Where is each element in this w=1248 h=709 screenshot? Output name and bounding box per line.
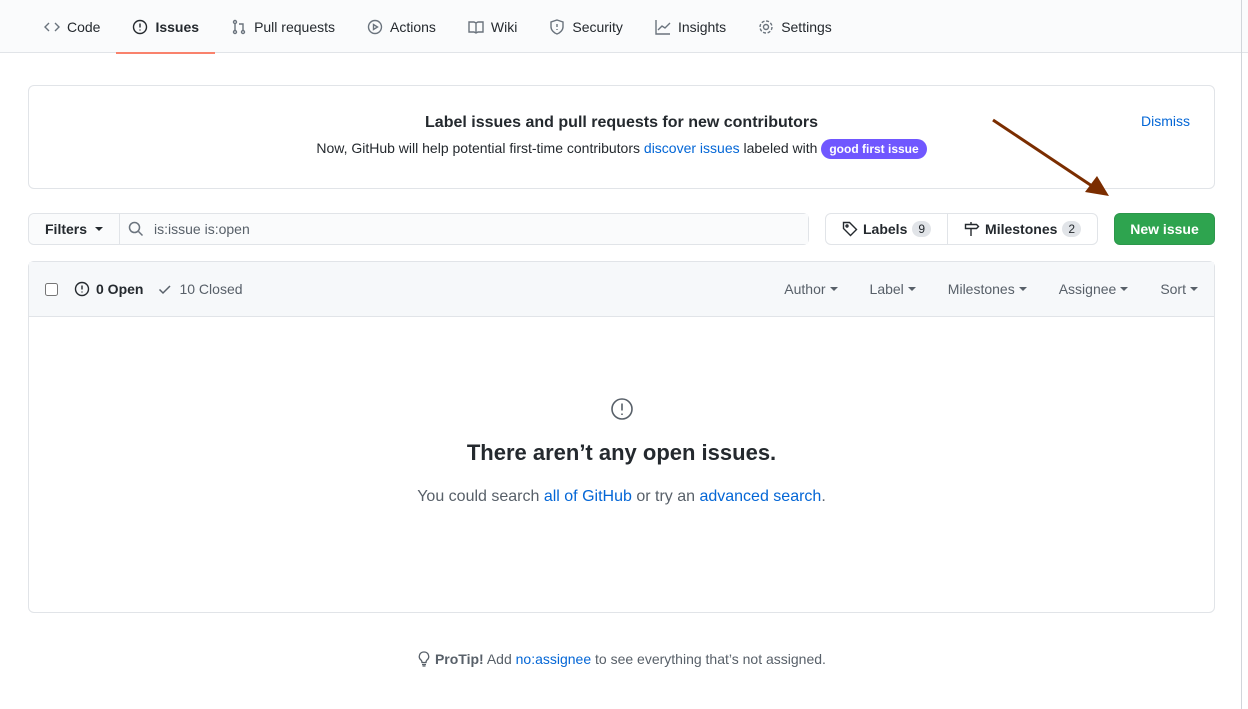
advanced-search-link[interactable]: advanced search bbox=[699, 488, 821, 505]
issue-icon bbox=[133, 19, 148, 34]
labels-label: Labels bbox=[863, 221, 908, 237]
tab-label: Code bbox=[67, 18, 101, 35]
new-issue-button[interactable]: New issue bbox=[1114, 213, 1215, 245]
code-icon bbox=[44, 22, 60, 31]
check-icon bbox=[159, 285, 171, 295]
dropdown-label: Milestones bbox=[947, 281, 1015, 297]
pull-request-icon bbox=[232, 19, 246, 34]
tab-label: Actions bbox=[390, 18, 436, 35]
labels-button[interactable]: Labels 9 bbox=[826, 214, 947, 244]
tab-label: Settings bbox=[781, 18, 832, 35]
caret-down-icon bbox=[1018, 287, 1027, 291]
milestones-dropdown[interactable]: Milestones bbox=[948, 281, 1027, 297]
window-border bbox=[1241, 0, 1242, 709]
dropdown-label: Assignee bbox=[1058, 281, 1117, 297]
empty-text: or try an bbox=[631, 488, 700, 505]
tab-code[interactable]: Code bbox=[28, 0, 116, 53]
search-input[interactable] bbox=[152, 220, 808, 238]
play-icon bbox=[367, 19, 383, 34]
tab-insights[interactable]: Insights bbox=[639, 0, 742, 53]
search-icon bbox=[128, 221, 144, 237]
open-issues-filter[interactable]: 0 Open bbox=[74, 281, 143, 297]
issue-filter-bar: Filters bbox=[28, 213, 809, 245]
empty-text: . bbox=[821, 488, 826, 505]
all-github-link[interactable]: all of GitHub bbox=[544, 488, 632, 505]
tab-label: Issues bbox=[155, 18, 200, 35]
author-dropdown[interactable]: Author bbox=[784, 281, 838, 297]
tab-label: Insights bbox=[677, 18, 727, 35]
graph-icon bbox=[655, 19, 671, 35]
discover-issues-link[interactable]: discover issues bbox=[644, 140, 740, 156]
caret-down-icon bbox=[829, 287, 838, 291]
empty-text: You could search bbox=[417, 488, 544, 505]
issue-icon bbox=[610, 398, 633, 420]
filters-dropdown[interactable]: Filters bbox=[29, 214, 121, 244]
tab-wiki[interactable]: Wiki bbox=[452, 0, 533, 53]
empty-state: There aren’t any open issues. You could … bbox=[29, 317, 1214, 506]
tab-actions[interactable]: Actions bbox=[351, 0, 452, 53]
tab-pull-requests[interactable]: Pull requests bbox=[215, 0, 351, 53]
tab-label: Pull requests bbox=[254, 18, 335, 35]
protip-text: Add bbox=[483, 651, 516, 667]
milestones-label: Milestones bbox=[985, 221, 1058, 237]
caret-down-icon bbox=[1120, 287, 1129, 291]
closed-count: 10 Closed bbox=[179, 281, 243, 297]
tab-label: Security bbox=[572, 18, 623, 35]
tag-icon bbox=[842, 221, 858, 237]
issues-list-header: 0 Open 10 Closed Author Label Milestones… bbox=[29, 262, 1214, 317]
protip-text: to see everything that’s not assigned. bbox=[591, 651, 826, 667]
empty-title: There aren’t any open issues. bbox=[466, 440, 777, 465]
tab-settings[interactable]: Settings bbox=[742, 0, 848, 53]
dropdown-label: Sort bbox=[1160, 281, 1186, 297]
dropdown-label: Author bbox=[784, 281, 826, 297]
tab-issues[interactable]: Issues bbox=[116, 0, 215, 54]
issues-list: 0 Open 10 Closed Author Label Milestones… bbox=[28, 261, 1215, 613]
no-assignee-link[interactable]: no:assignee bbox=[516, 651, 592, 667]
lightbulb-icon bbox=[418, 651, 430, 667]
tab-label: Wiki bbox=[490, 18, 518, 35]
tab-security[interactable]: Security bbox=[533, 0, 639, 53]
good-first-issue-label: good first issue bbox=[821, 139, 927, 159]
dismiss-button[interactable]: Dismiss bbox=[1141, 113, 1190, 129]
book-icon bbox=[468, 20, 484, 34]
label-dropdown[interactable]: Label bbox=[870, 281, 916, 297]
issue-icon bbox=[74, 281, 90, 297]
open-count: 0 Open bbox=[96, 281, 144, 297]
milestones-count: 2 bbox=[1062, 221, 1082, 237]
banner-text: Now, GitHub will help potential first-ti… bbox=[316, 140, 644, 156]
protip: ProTip! Add no:assignee to see everythin… bbox=[0, 651, 1243, 667]
dropdown-label: Label bbox=[869, 281, 904, 297]
filters-label: Filters bbox=[45, 221, 88, 237]
labels-milestones-group: Labels 9 Milestones 2 bbox=[825, 213, 1099, 245]
repo-nav: Code Issues Pull requests Actions Wiki S… bbox=[0, 0, 1248, 54]
protip-label: ProTip! bbox=[434, 651, 484, 667]
gear-icon bbox=[759, 19, 773, 34]
sort-dropdown[interactable]: Sort bbox=[1160, 281, 1198, 297]
milestones-button[interactable]: Milestones 2 bbox=[947, 214, 1097, 244]
labels-count: 9 bbox=[912, 221, 932, 237]
caret-down-icon bbox=[1190, 287, 1198, 291]
annotation-arrow bbox=[992, 118, 1109, 196]
search-box bbox=[120, 214, 808, 244]
select-all-checkbox[interactable] bbox=[45, 282, 58, 296]
banner-text: labeled with bbox=[739, 140, 822, 156]
assignee-dropdown[interactable]: Assignee bbox=[1059, 281, 1129, 297]
caret-down-icon bbox=[907, 287, 916, 291]
closed-issues-filter[interactable]: 10 Closed bbox=[157, 281, 243, 297]
caret-down-icon bbox=[95, 227, 104, 231]
shield-icon bbox=[550, 18, 565, 35]
milestone-icon bbox=[964, 222, 980, 236]
